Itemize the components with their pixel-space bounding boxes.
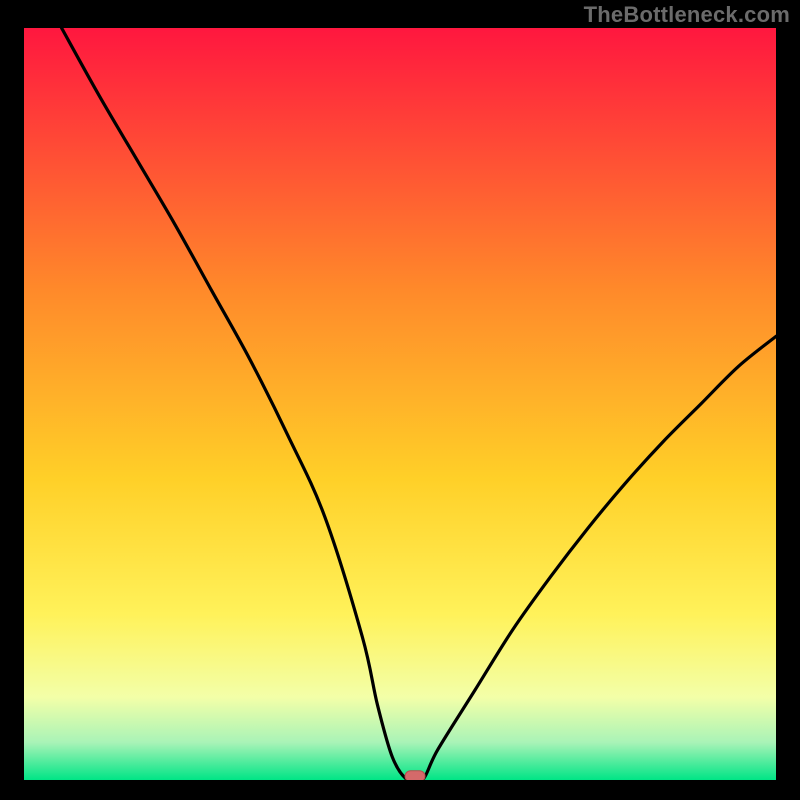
chart-frame: TheBottleneck.com	[0, 0, 800, 800]
bottleneck-chart	[24, 28, 776, 780]
watermark-text: TheBottleneck.com	[584, 2, 790, 28]
optimum-marker	[405, 771, 425, 780]
gradient-background	[24, 28, 776, 780]
